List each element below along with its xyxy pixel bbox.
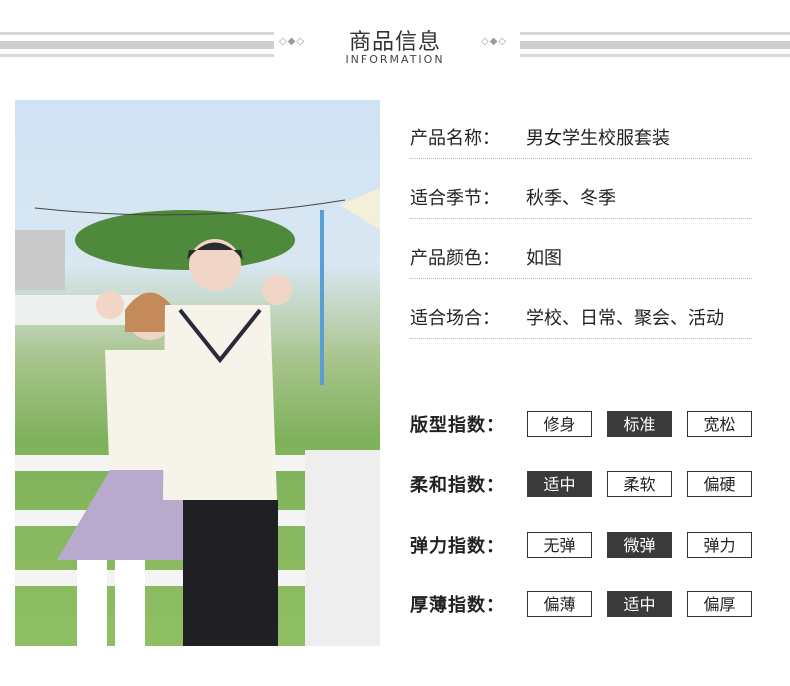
index-option[interactable]: 弹力	[687, 532, 752, 558]
info-label: 适合场合：	[410, 308, 500, 329]
index-option[interactable]: 适中	[607, 591, 672, 617]
index-row-softness: 柔和指数： 适中 柔软 偏硬	[410, 471, 760, 501]
index-option[interactable]: 偏硬	[687, 471, 752, 497]
index-label: 柔和指数：	[410, 475, 505, 496]
info-label: 产品颜色：	[410, 248, 500, 269]
info-row-season: 适合季节： 秋季、冬季	[410, 178, 752, 219]
info-value: 男女学生校服套装	[526, 128, 670, 149]
index-option[interactable]: 修身	[527, 411, 592, 437]
index-label: 版型指数：	[410, 415, 505, 436]
index-option[interactable]: 标准	[607, 411, 672, 437]
index-option[interactable]: 微弹	[607, 532, 672, 558]
page-title: 商品信息	[348, 30, 441, 55]
index-option[interactable]: 适中	[527, 471, 592, 497]
header-decor-left	[0, 32, 274, 58]
index-option[interactable]: 无弹	[527, 532, 592, 558]
info-row-color: 产品颜色： 如图	[410, 238, 752, 279]
diamond-icon: ◇◆◇	[481, 36, 508, 47]
index-option[interactable]: 偏薄	[527, 591, 592, 617]
info-row-occasion: 适合场合： 学校、日常、聚会、活动	[410, 298, 752, 339]
index-row-elasticity: 弹力指数： 无弹 微弹 弹力	[410, 532, 760, 562]
index-row-thickness: 厚薄指数： 偏薄 适中 偏厚	[410, 591, 760, 621]
index-label: 厚薄指数：	[410, 595, 505, 616]
info-value: 学校、日常、聚会、活动	[526, 308, 724, 329]
product-photo	[15, 100, 380, 646]
info-label: 适合季节：	[410, 188, 500, 209]
page-subtitle: INFORMATION	[345, 53, 445, 66]
index-option[interactable]: 宽松	[687, 411, 752, 437]
index-option[interactable]: 偏厚	[687, 591, 752, 617]
info-value: 如图	[526, 248, 562, 269]
index-option[interactable]: 柔软	[607, 471, 672, 497]
info-value: 秋季、冬季	[526, 188, 616, 209]
info-label: 产品名称：	[410, 128, 500, 149]
header-decor-right	[520, 32, 790, 58]
index-label: 弹力指数：	[410, 536, 505, 557]
info-row-product-name: 产品名称： 男女学生校服套装	[410, 118, 752, 159]
diamond-icon: ◇◆◇	[279, 36, 306, 47]
index-row-fit: 版型指数： 修身 标准 宽松	[410, 411, 760, 441]
